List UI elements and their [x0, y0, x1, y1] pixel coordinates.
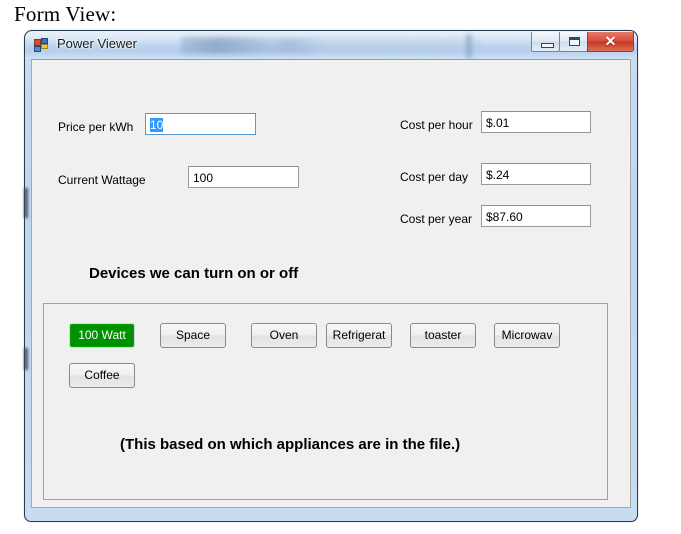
device-button-100-watt[interactable]: 100 Watt — [69, 323, 135, 348]
minimize-button[interactable] — [531, 32, 560, 52]
winforms-app-icon — [34, 38, 48, 52]
titlebar-background-bleed-2 — [466, 34, 472, 58]
cost-per-hour-input[interactable]: $.01 — [481, 111, 591, 133]
cost-per-day-input[interactable]: $.24 — [481, 163, 591, 185]
form-client-area: Price per kWh Current Wattage Cost per h… — [31, 59, 631, 508]
cost-per-year-value: $87.60 — [486, 210, 523, 224]
window-controls: ✕ — [531, 32, 634, 52]
device-button-oven[interactable]: Oven — [251, 323, 317, 348]
cost-per-hour-value: $.01 — [486, 116, 510, 130]
appliances-file-note: (This based on which appliances are in t… — [120, 436, 461, 453]
devices-heading: Devices we can turn on or off — [89, 265, 299, 282]
window-title: Power Viewer — [57, 36, 137, 51]
label-cost-per-day: Cost per day — [400, 170, 469, 184]
label-cost-per-year: Cost per year — [400, 212, 473, 226]
current-wattage-input[interactable]: 100 — [188, 166, 299, 188]
close-button[interactable]: ✕ — [587, 32, 634, 52]
cost-per-year-input[interactable]: $87.60 — [481, 205, 591, 227]
minimize-icon — [541, 43, 554, 48]
device-button-space[interactable]: Space — [160, 323, 226, 348]
device-button-toaster[interactable]: toaster — [410, 323, 476, 348]
devices-groupbox: 100 Watt Space Oven Refrigerat toaster M… — [43, 303, 608, 500]
device-button-refrigerat[interactable]: Refrigerat — [326, 323, 392, 348]
device-button-coffee[interactable]: Coffee — [69, 363, 135, 388]
power-viewer-window: Power Viewer ✕ Price per kWh Current Wat… — [24, 30, 638, 522]
title-bar[interactable]: Power Viewer ✕ — [25, 31, 637, 59]
label-cost-per-hour: Cost per hour — [400, 118, 473, 132]
price-per-kwh-input[interactable]: 10 — [145, 113, 256, 135]
label-current-wattage: Current Wattage — [58, 173, 146, 187]
price-per-kwh-value: 10 — [150, 118, 164, 132]
titlebar-background-bleed — [181, 37, 481, 54]
close-icon: ✕ — [604, 33, 617, 49]
label-price-per-kwh: Price per kWh — [58, 120, 134, 134]
frame-edge-artifact-top — [24, 188, 28, 218]
current-wattage-value: 100 — [193, 171, 214, 185]
page-title: Form View: — [14, 2, 117, 26]
device-button-microwav[interactable]: Microwav — [494, 323, 560, 348]
maximize-icon — [569, 37, 580, 46]
frame-edge-artifact-bottom — [24, 348, 28, 370]
maximize-button[interactable] — [559, 32, 588, 52]
cost-per-day-value: $.24 — [486, 168, 510, 182]
